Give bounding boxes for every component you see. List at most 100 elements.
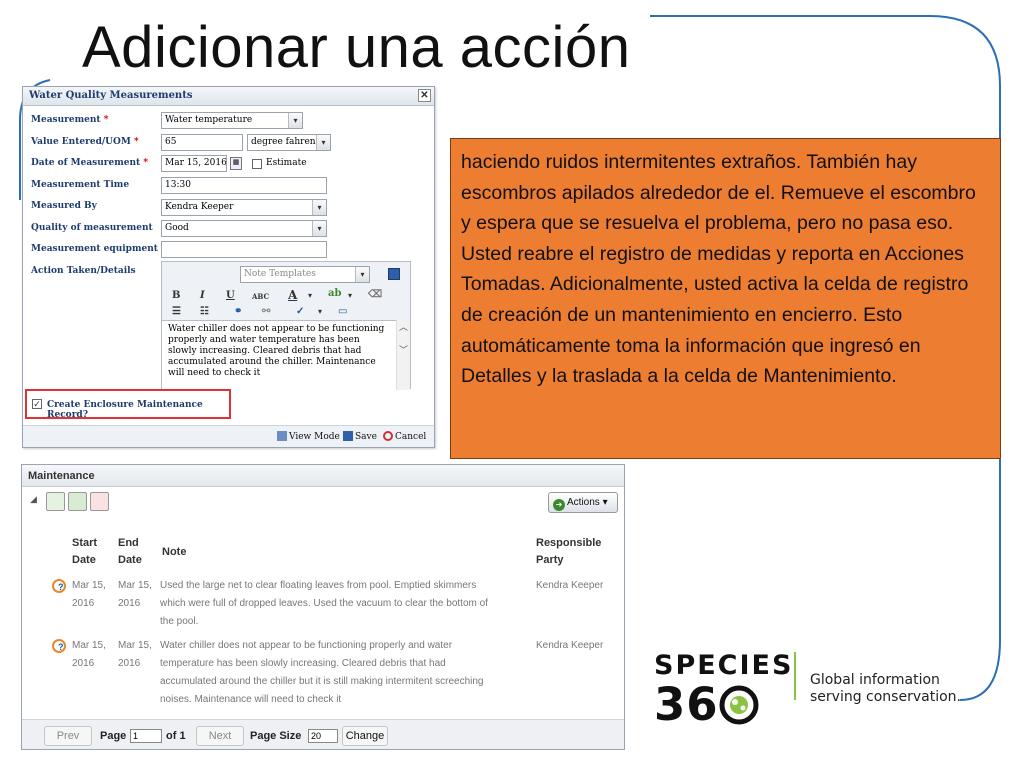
logo-36-digits: 36 bbox=[654, 678, 719, 731]
highlight-icon[interactable]: ab bbox=[328, 288, 341, 299]
logo-360-text: 36 bbox=[654, 678, 759, 731]
measurement-value: Water temperature bbox=[165, 115, 253, 125]
date-label-text: Date of Measurement bbox=[31, 158, 141, 168]
bold-button[interactable]: B bbox=[172, 290, 180, 301]
quality-select[interactable]: Good ▾ bbox=[161, 220, 327, 237]
estimate-checkbox[interactable] bbox=[252, 159, 262, 169]
column-end-date[interactable]: End Date bbox=[118, 535, 142, 569]
date-value: Mar 15, 2016 bbox=[165, 158, 227, 168]
action-label: Action Taken/Details bbox=[31, 266, 136, 276]
prev-button[interactable]: Prev bbox=[44, 726, 92, 746]
row-1-responsible-party: Kendra Keeper bbox=[536, 580, 604, 591]
note-templates-select[interactable]: Note Templates ▾ bbox=[240, 266, 370, 283]
strikethrough-button[interactable]: ABC bbox=[252, 292, 269, 301]
measurement-select[interactable]: Water temperature ▾ bbox=[161, 112, 303, 129]
chevron-down-icon: ▾ bbox=[312, 200, 326, 215]
row-1-start-line2: 2016 bbox=[72, 598, 95, 609]
actions-button[interactable]: ➜ Actions ▾ bbox=[548, 492, 618, 513]
row-2-start-line1: Mar 15, bbox=[72, 640, 106, 651]
column-start-date[interactable]: Start Date bbox=[72, 535, 97, 569]
row-detail-icon[interactable] bbox=[52, 639, 66, 653]
column-start-date-line2: Date bbox=[72, 554, 96, 566]
row-2-end-date: Mar 15, 2016 bbox=[118, 637, 152, 673]
measured-by-value: Kendra Keeper bbox=[165, 202, 234, 212]
maintenance-header: Maintenance bbox=[22, 465, 624, 487]
underline-button[interactable]: U bbox=[226, 290, 235, 301]
action-details-textarea[interactable]: Water chiller does not appear to be func… bbox=[162, 320, 410, 390]
collapse-triangle-icon[interactable]: ◢ bbox=[30, 494, 37, 505]
chevron-down-icon: ▾ bbox=[316, 135, 330, 150]
font-color-button[interactable]: A bbox=[288, 288, 297, 302]
unlink-icon[interactable]: ⚯ bbox=[262, 306, 270, 317]
calendar-export-icon[interactable] bbox=[90, 492, 109, 511]
excel-export-icon[interactable] bbox=[68, 492, 87, 511]
bullet-list-icon[interactable]: ☰ bbox=[172, 306, 181, 317]
uom-select[interactable]: degree fahren ▾ bbox=[247, 134, 331, 151]
logo-tagline-line1: Global information bbox=[810, 672, 940, 688]
numbered-list-icon[interactable]: ☷ bbox=[200, 306, 209, 317]
view-mode-button[interactable]: View Mode bbox=[277, 431, 340, 442]
cancel-label: Cancel bbox=[395, 432, 427, 442]
value-input[interactable]: 65 bbox=[161, 134, 243, 151]
row-2-note-line1: Water chiller does not appear to be func… bbox=[160, 640, 453, 651]
row-2-end-line1: Mar 15, bbox=[118, 640, 152, 651]
cancel-button[interactable]: Cancel bbox=[383, 431, 426, 442]
row-detail-icon[interactable] bbox=[52, 579, 66, 593]
measured-by-label: Measured By bbox=[31, 201, 97, 211]
row-2-start-line2: 2016 bbox=[72, 658, 95, 669]
link-icon[interactable]: ⚭ bbox=[234, 306, 242, 317]
column-responsible-party[interactable]: Responsible Party bbox=[536, 535, 601, 569]
actions-arrow-icon: ➜ bbox=[553, 499, 565, 511]
create-enclosure-label: Create Enclosure Maintenance Record? bbox=[47, 400, 203, 420]
logo-tagline: Global information serving conservation. bbox=[810, 672, 961, 706]
dialog-title: Water Quality Measurements bbox=[29, 90, 193, 101]
spellcheck-icon[interactable]: ✓ bbox=[296, 306, 304, 317]
page-size-input[interactable]: 20 bbox=[308, 729, 338, 743]
save-icon bbox=[343, 431, 353, 441]
value-label: Value Entered/UOM * bbox=[31, 137, 139, 147]
measured-by-select[interactable]: Kendra Keeper ▾ bbox=[161, 199, 327, 216]
italic-button[interactable]: I bbox=[200, 290, 205, 301]
calendar-icon[interactable]: ▦ bbox=[230, 157, 242, 170]
actions-label: Actions bbox=[567, 497, 600, 508]
note-templates-value: Note Templates bbox=[244, 269, 316, 279]
page-of-label: of 1 bbox=[166, 730, 186, 742]
row-1-end-line2: 2016 bbox=[118, 598, 141, 609]
chevron-down-icon[interactable]: ▾ bbox=[308, 290, 312, 300]
column-start-date-line1: Start bbox=[72, 537, 98, 549]
explanation-callout: haciendo ruidos intermitentes extraños. … bbox=[450, 138, 1001, 459]
slide-title: Adicionar una acción bbox=[82, 15, 631, 80]
maintenance-panel: Maintenance ◢ ➜ Actions ▾ Start Date End Da… bbox=[21, 464, 625, 750]
date-input[interactable]: Mar 15, 2016 bbox=[161, 155, 227, 172]
eraser-icon[interactable]: ⌫ bbox=[368, 289, 382, 300]
quality-label: Quality of measurement bbox=[31, 223, 153, 233]
species360-logo: SPECIES 36 Global information serving con… bbox=[654, 650, 974, 731]
water-quality-dialog: Water Quality Measurements ✕ Measurement… bbox=[22, 86, 435, 448]
time-label: Measurement Time bbox=[31, 180, 130, 190]
chevron-down-icon: ▾ bbox=[355, 267, 369, 282]
next-button[interactable]: Next bbox=[196, 726, 244, 746]
editor-scrollbar[interactable]: ︿ ﹀ bbox=[396, 320, 410, 390]
required-marker: * bbox=[103, 115, 109, 125]
row-2-end-line2: 2016 bbox=[118, 658, 141, 669]
column-note[interactable]: Note bbox=[162, 544, 186, 561]
required-marker: * bbox=[133, 137, 139, 147]
save-button[interactable]: Save bbox=[343, 431, 377, 442]
row-1-note-line2: which were full of dropped leaves. Used … bbox=[160, 598, 488, 609]
dialog-header: Water Quality Measurements ✕ bbox=[23, 87, 434, 106]
time-input[interactable]: 13:30 bbox=[161, 177, 327, 194]
row-2-note-line4: noises. Maintenance will need to check i… bbox=[160, 694, 342, 705]
page-number-input[interactable]: 1 bbox=[130, 729, 162, 743]
change-button[interactable]: Change bbox=[342, 726, 388, 746]
logo-divider bbox=[794, 652, 796, 700]
create-enclosure-checkbox[interactable]: ✓ bbox=[32, 399, 42, 409]
save-template-icon[interactable] bbox=[388, 268, 400, 280]
row-2-note-line3: accumulated around the chiller but it is… bbox=[160, 676, 484, 687]
chevron-down-icon[interactable]: ▾ bbox=[348, 290, 352, 300]
refresh-icon[interactable] bbox=[46, 492, 65, 511]
globe-icon bbox=[719, 685, 759, 725]
chevron-down-icon[interactable]: ▾ bbox=[318, 306, 322, 316]
close-icon[interactable]: ✕ bbox=[418, 89, 431, 102]
equipment-input[interactable] bbox=[161, 241, 327, 258]
image-icon[interactable]: ▭ bbox=[338, 306, 347, 317]
